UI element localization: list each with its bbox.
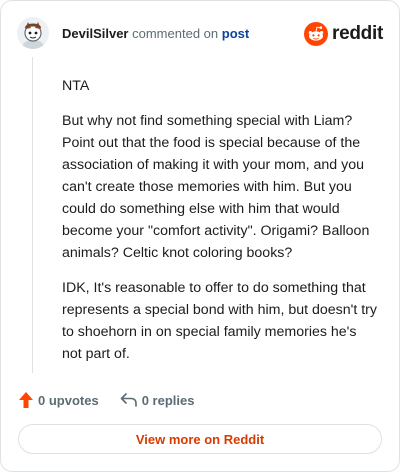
username-link[interactable]: DevilSilver [62, 26, 129, 41]
view-more-button[interactable]: View more on Reddit [18, 424, 382, 454]
reddit-logo[interactable]: reddit [304, 21, 383, 47]
reply-count: 0 replies [141, 392, 195, 408]
upvote-arrow-icon [18, 391, 34, 409]
action-text: commented on [132, 26, 219, 41]
upvote-button[interactable]: 0 upvotes [18, 391, 99, 409]
reply-button[interactable]: 0 replies [120, 392, 195, 408]
comment-paragraph: IDK, It's reasonable to offer to do some… [62, 280, 377, 362]
reddit-snoo-icon [304, 22, 329, 46]
comment-paragraph: NTA [62, 78, 90, 94]
comment-paragraph: But why not find something special with … [62, 113, 370, 261]
avatar-icon [17, 17, 49, 49]
thread-line [32, 57, 33, 373]
comment-embed-card: DevilSilver commented on post reddit NTA… [0, 0, 400, 472]
comment-actions: 0 upvotes 0 replies [18, 390, 194, 410]
comment-body: NTA But why not find something special w… [62, 75, 380, 378]
reddit-wordmark: reddit [332, 23, 383, 44]
reply-arrow-icon [120, 392, 138, 408]
comment-meta: DevilSilver commented on post [62, 26, 249, 42]
user-avatar[interactable] [17, 17, 49, 49]
upvote-count: 0 upvotes [38, 392, 99, 408]
post-link[interactable]: post [222, 26, 249, 41]
comment-header: DevilSilver commented on post reddit [17, 17, 383, 51]
